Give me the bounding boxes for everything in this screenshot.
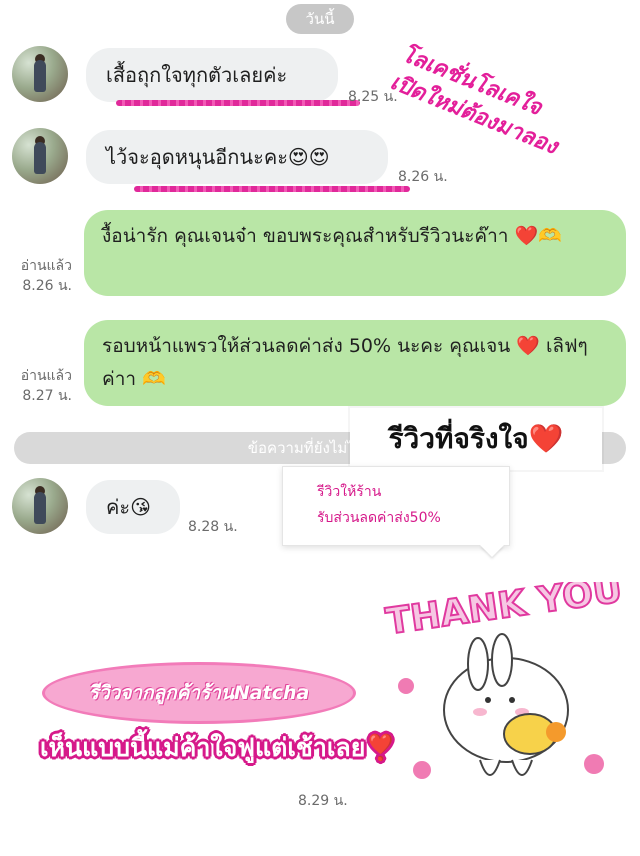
badge-label: รีวิวจากลูกค้าร้านNatcha bbox=[88, 682, 310, 704]
message-text: เสื้อถุกใจทุกตัวเลยค่ะ bbox=[106, 63, 288, 87]
message-time: 8.27 น. bbox=[22, 388, 72, 404]
message-text: รอบหน้าแพรวให้ส่วนลดค่าส่ง 50% นะคะ คุณเ… bbox=[102, 335, 588, 390]
message-text: งื้อน่ารัก คุณเจนจ๋า ขอบพระคุณสำหรับรีวิ… bbox=[102, 225, 562, 247]
avatar-figure bbox=[34, 142, 46, 174]
message-time: 8.29 น. bbox=[298, 793, 348, 809]
popup-line: รีวิวให้ร้าน bbox=[317, 484, 382, 500]
read-receipt: อ่านแล้ว 8.26 น. bbox=[10, 256, 72, 296]
message-time: 8.26 น. bbox=[398, 169, 448, 185]
avatar[interactable] bbox=[12, 46, 68, 102]
avatar-figure bbox=[34, 60, 46, 92]
review-title-overlay: รีวิวที่จริงใจ❤️ bbox=[350, 408, 602, 470]
read-label: อ่านแล้ว bbox=[20, 368, 72, 384]
date-separator: วันนี้ bbox=[286, 4, 354, 34]
outgoing-message-bubble[interactable]: รอบหน้าแพรวให้ส่วนลดค่าส่ง 50% นะคะ คุณเ… bbox=[84, 320, 626, 406]
message-time: 8.26 น. bbox=[22, 278, 72, 294]
message-text: ค่ะ😘 bbox=[106, 495, 151, 519]
incoming-message-bubble[interactable]: ไว้จะอุดหนุนอีกนะคะ😍😍 bbox=[86, 130, 388, 184]
avatar[interactable] bbox=[12, 128, 68, 184]
corner-handwritten-note: โลเคชั่นโลเคใจ เปิดใหม่ต้องมาลอง bbox=[386, 40, 622, 182]
highlight-underline bbox=[134, 186, 410, 192]
read-receipt: อ่านแล้ว 8.27 น. bbox=[10, 366, 72, 406]
avatar[interactable] bbox=[12, 478, 68, 534]
avatar-figure bbox=[34, 492, 46, 524]
review-source-badge: รีวิวจากลูกค้าร้านNatcha bbox=[42, 662, 356, 724]
incoming-message-bubble[interactable]: เสื้อถุกใจทุกตัวเลยค่ะ bbox=[86, 48, 338, 102]
popup-tail bbox=[480, 545, 504, 557]
review-popup-note: รีวิวให้ร้าน รับส่วนลดค่าส่ง50% bbox=[282, 466, 510, 546]
incoming-message-bubble[interactable]: ค่ะ😘 bbox=[86, 480, 180, 534]
popup-line: รับส่วนลดค่าส่ง50% bbox=[317, 510, 441, 526]
highlight-underline bbox=[116, 100, 360, 106]
big-caption: เห็นแบบนี้แม่ค้าใจฟูแต่เช้าเลย❣️ bbox=[40, 733, 397, 762]
outgoing-message-bubble[interactable]: งื้อน่ารัก คุณเจนจ๋า ขอบพระคุณสำหรับรีวิ… bbox=[84, 210, 626, 296]
message-time: 8.28 น. bbox=[188, 519, 238, 535]
read-label: อ่านแล้ว bbox=[20, 258, 72, 274]
message-text: ไว้จะอุดหนุนอีกนะคะ😍😍 bbox=[106, 145, 330, 169]
